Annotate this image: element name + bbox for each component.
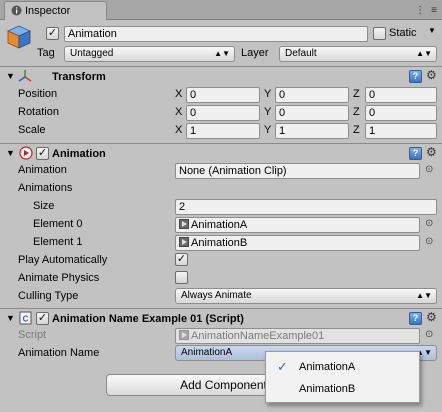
tag-value: Untagged — [70, 48, 114, 59]
transform-title: Transform — [52, 71, 106, 83]
menu-item-label: AnimationB — [299, 383, 356, 395]
animations-label[interactable]: Animations — [18, 182, 72, 194]
inspector-tab-label: Inspector — [25, 5, 71, 17]
inspector-tab[interactable]: Inspector — [4, 1, 107, 20]
layer-label: Layer — [241, 47, 269, 59]
gear-icon[interactable]: ⚙ — [426, 68, 437, 82]
rotation-z-label[interactable]: Z — [353, 106, 360, 118]
object-picker-icon[interactable]: ⊙ — [425, 218, 433, 229]
element-1-label: Element 1 — [33, 236, 83, 248]
window-controls: ⋮ ≡ — [412, 4, 437, 16]
gameobject-cube-icon — [7, 25, 31, 49]
chevron-down-icon: ▲▼ — [416, 291, 432, 300]
element-1-field[interactable]: AnimationB — [175, 235, 420, 251]
position-label: Position — [18, 88, 58, 100]
scale-z-label[interactable]: Z — [353, 124, 360, 136]
position-x-label[interactable]: X — [175, 88, 182, 100]
gameobject-name-input[interactable]: Animation — [64, 26, 368, 42]
script-file-icon — [179, 330, 189, 340]
layer-dropdown[interactable]: Default ▲▼ — [279, 46, 437, 62]
size-field[interactable]: 2 — [175, 199, 437, 215]
help-book-icon[interactable]: ? — [409, 147, 422, 160]
rotation-z-field[interactable]: 0 — [365, 105, 437, 121]
animate-physics-checkbox[interactable] — [175, 271, 188, 284]
position-x-field[interactable]: 0 — [186, 87, 260, 103]
position-z-label[interactable]: Z — [353, 88, 360, 100]
rotation-x-label[interactable]: X — [175, 106, 182, 118]
element-0-field[interactable]: AnimationA — [175, 217, 420, 233]
rotation-y-label[interactable]: Y — [264, 106, 271, 118]
layer-value: Default — [285, 48, 317, 59]
script-reference-field: AnimationNameExample01 — [175, 328, 420, 344]
animation-clip-label: Animation — [18, 164, 67, 176]
transform-foldout-icon[interactable]: ▼ — [6, 71, 15, 81]
checkmark-icon: ✓ — [277, 359, 288, 374]
animation-foldout-icon[interactable]: ▼ — [6, 148, 15, 158]
scale-z-field[interactable]: 1 — [365, 123, 437, 139]
window-menu-icon[interactable]: ≡ — [431, 5, 437, 16]
svg-text:C: C — [23, 315, 29, 324]
element-0-value: AnimationA — [191, 219, 248, 231]
play-automatically-checkbox[interactable]: ✓ — [175, 253, 188, 266]
tag-label: Tag — [37, 47, 55, 59]
scale-y-field[interactable]: 1 — [275, 123, 349, 139]
element-0-label: Element 0 — [33, 218, 83, 230]
chevron-down-icon: ▲▼ — [416, 49, 432, 58]
object-picker-icon[interactable]: ⊙ — [425, 236, 433, 247]
tab-menu-icon[interactable]: ⋮ — [415, 5, 425, 16]
position-y-label[interactable]: Y — [264, 88, 271, 100]
animation-clip-field[interactable]: None (Animation Clip) — [175, 163, 420, 179]
info-icon — [11, 5, 22, 16]
static-label: Static — [389, 27, 417, 39]
gameobject-active-checkbox[interactable]: ✓ — [46, 27, 59, 40]
scale-x-field[interactable]: 1 — [186, 123, 260, 139]
animation-component-icon — [19, 146, 33, 160]
chevron-down-icon: ▲▼ — [214, 49, 230, 58]
static-dropdown-icon[interactable]: ▼ — [428, 26, 436, 35]
animation-clip-icon — [179, 237, 189, 247]
animation-name-value: AnimationA — [181, 347, 233, 358]
script-icon: C — [19, 311, 32, 325]
help-book-icon[interactable]: ? — [409, 312, 422, 325]
rotation-x-field[interactable]: 0 — [186, 105, 260, 121]
object-picker-icon[interactable]: ⊙ — [425, 164, 433, 175]
gear-icon[interactable]: ⚙ — [426, 310, 437, 324]
help-book-icon[interactable]: ? — [409, 70, 422, 83]
script-label: Script — [18, 329, 47, 341]
scale-x-label[interactable]: X — [175, 124, 182, 136]
gear-icon[interactable]: ⚙ — [426, 145, 437, 159]
animation-clip-icon — [179, 219, 189, 229]
scale-label: Scale — [18, 124, 46, 136]
animate-physics-label: Animate Physics — [18, 272, 100, 284]
animation-name-dropdown-menu: ✓ AnimationA AnimationB — [265, 351, 420, 403]
size-label: Size — [33, 200, 55, 212]
culling-type-label: Culling Type — [18, 290, 79, 302]
menu-item-label: AnimationA — [299, 361, 356, 373]
script-foldout-icon[interactable]: ▼ — [6, 313, 15, 323]
transform-axes-icon — [18, 70, 32, 82]
culling-type-value: Always Animate — [181, 290, 252, 301]
tag-dropdown[interactable]: Untagged ▲▼ — [64, 46, 235, 62]
menu-item-animationb[interactable]: AnimationB — [266, 379, 419, 399]
rotation-label: Rotation — [18, 106, 59, 118]
menu-item-animationa[interactable]: ✓ AnimationA — [266, 357, 419, 377]
culling-type-dropdown[interactable]: Always Animate ▲▼ — [175, 288, 437, 304]
position-z-field[interactable]: 0 — [365, 87, 437, 103]
script-component-title: Animation Name Example 01 (Script) — [52, 313, 244, 325]
animation-title: Animation — [52, 148, 106, 160]
play-automatically-label: Play Automatically — [18, 254, 108, 266]
animation-name-label: Animation Name — [18, 347, 100, 359]
scale-y-label[interactable]: Y — [264, 124, 271, 136]
position-y-field[interactable]: 0 — [275, 87, 349, 103]
static-checkbox[interactable] — [373, 27, 386, 40]
script-reference-value: AnimationNameExample01 — [191, 330, 325, 342]
object-picker-icon: ⊙ — [425, 329, 434, 340]
rotation-y-field[interactable]: 0 — [275, 105, 349, 121]
script-enabled-checkbox[interactable]: ✓ — [36, 312, 49, 325]
element-1-value: AnimationB — [191, 237, 248, 249]
animation-enabled-checkbox[interactable]: ✓ — [36, 147, 49, 160]
